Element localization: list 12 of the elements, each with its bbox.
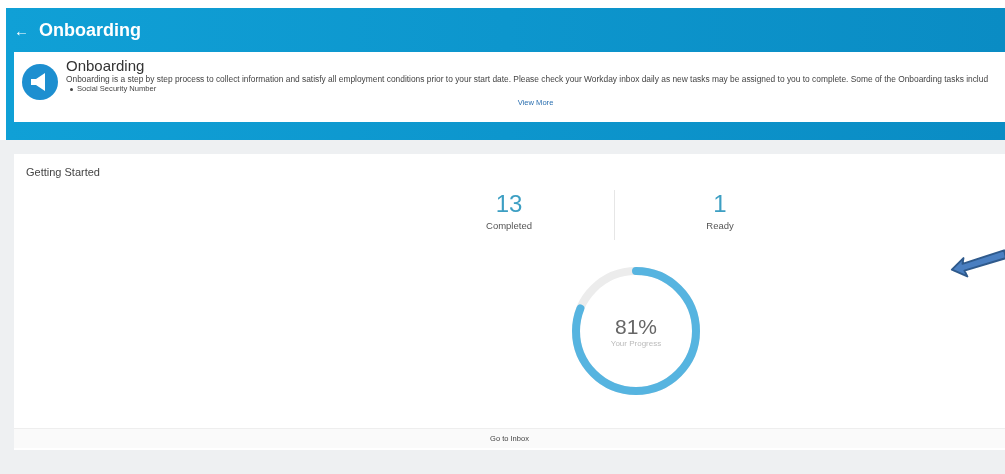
progress-percent: 81% (615, 314, 657, 339)
stat-value: 13 (494, 190, 524, 218)
stat-label: Ready (705, 220, 735, 231)
progress-caption: Your Progress (610, 338, 662, 348)
banner-description: Onboarding is a step by step process to collect information and satisfy all employment conditions prior to your start date. Please check your Workday inbox daily as new tasks may be assigned to you to complete. Some of the Onboarding tasks includ (66, 74, 990, 84)
stat-label: Completed (485, 220, 533, 231)
back-button[interactable]: ← (12, 21, 31, 39)
page-title: Onboarding (39, 19, 141, 41)
panel-title: Getting Started (25, 165, 101, 178)
banner-title: Onboarding (66, 58, 146, 74)
megaphone-icon (22, 64, 58, 100)
stat-value: 1 (712, 190, 728, 218)
